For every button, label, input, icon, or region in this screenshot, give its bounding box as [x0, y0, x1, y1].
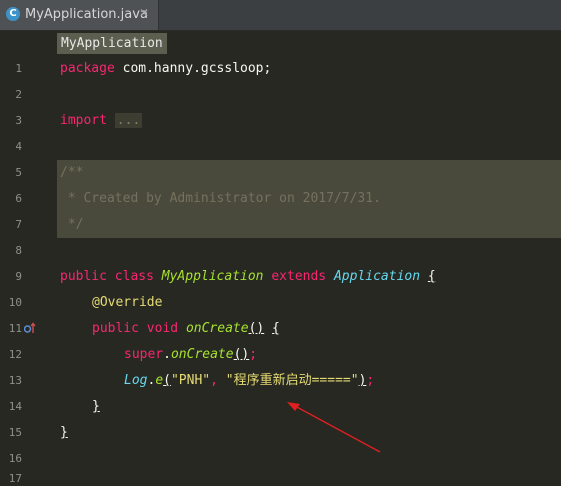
annotation-arrow [287, 402, 381, 453]
